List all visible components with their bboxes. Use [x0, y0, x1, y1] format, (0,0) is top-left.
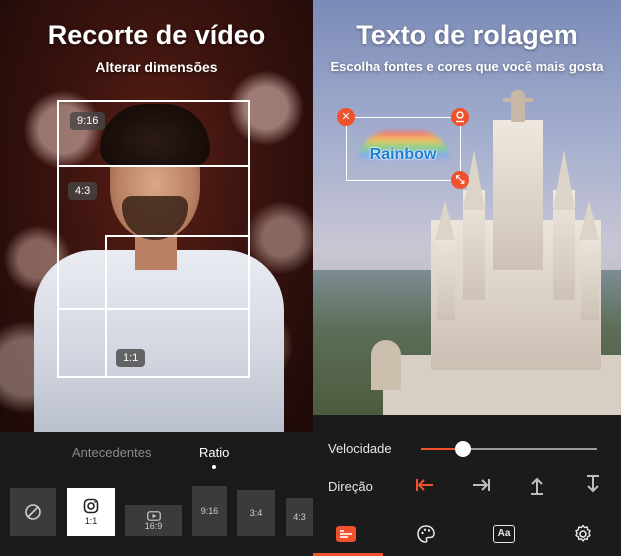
video-crop-subtitle: Alterar dimensões	[95, 59, 218, 75]
video-crop-panel: Recorte de vídeo Alterar dimensões 9:16 …	[0, 0, 313, 556]
palette-icon[interactable]	[413, 523, 439, 545]
crop-tag-9-16: 9:16	[70, 112, 106, 130]
church-spire	[553, 150, 575, 210]
video-crop-title: Recorte de vídeo	[47, 20, 266, 50]
tab-ratio[interactable]: Ratio	[199, 445, 229, 460]
ratio-option-label: 9:16	[200, 506, 219, 516]
no-ratio-icon	[25, 504, 41, 520]
direction-up-button[interactable]	[525, 475, 549, 499]
scrolling-text-controls: Velocidade Direção Aa	[313, 415, 621, 556]
ratio-option-label: 16:9	[144, 520, 163, 531]
church-spire	[435, 200, 455, 240]
church-main-tower	[493, 120, 543, 270]
bottom-nav: Aa	[313, 515, 621, 556]
ratio-option-16-9[interactable]: 16:9	[125, 505, 182, 536]
direction-down-button[interactable]	[581, 475, 605, 499]
tab-antecedentes[interactable]: Antecedentes	[72, 445, 152, 460]
text-list-icon[interactable]	[333, 523, 359, 545]
arrow-right-icon	[473, 479, 490, 491]
direction-left-button[interactable]	[413, 475, 437, 499]
ratio-option-label: 3:4	[249, 508, 263, 518]
scrolling-text-subtitle: Escolha fontes e cores que você mais gos…	[330, 59, 604, 74]
ratio-option-instagram[interactable]: 1:1	[67, 488, 115, 536]
text-sticker-label: Rainbow	[369, 146, 437, 163]
pin-icon[interactable]	[451, 108, 469, 126]
font-icon[interactable]: Aa	[491, 523, 517, 545]
speed-slider-knob[interactable]	[455, 441, 472, 457]
crop-tag-1-1: 1:1	[116, 349, 146, 367]
statue	[511, 90, 525, 122]
church-spire	[579, 200, 599, 240]
resize-icon[interactable]: ⤡	[451, 171, 469, 189]
arrow-left-icon	[416, 479, 433, 491]
active-tab-indicator	[212, 465, 216, 469]
church-tower	[581, 230, 599, 320]
instagram-icon	[83, 498, 99, 514]
ratio-option-none[interactable]	[10, 488, 56, 536]
arrow-up-icon	[531, 477, 543, 495]
speed-label: Velocidade	[328, 441, 392, 456]
speed-slider[interactable]	[421, 441, 597, 457]
youtube-icon	[146, 510, 161, 521]
direction-right-button[interactable]	[469, 475, 493, 499]
arrow-down-icon	[587, 475, 599, 493]
ratio-option-label: 4:3	[293, 512, 306, 522]
crop-tag-4-3: 4:3	[68, 182, 98, 200]
small-dome	[371, 340, 401, 390]
ratio-option-9-16[interactable]: 9:16	[192, 486, 227, 536]
direction-label: Direção	[328, 479, 373, 494]
church-tower	[437, 230, 455, 320]
ratio-option-4-3[interactable]: 4:3	[286, 498, 313, 536]
text-sticker-box[interactable]: Rainbow ✕ ⤡	[337, 108, 469, 189]
scrolling-text-title: Texto de rolagem	[356, 20, 578, 50]
scrolling-text-panel: Texto de rolagem Escolha fontes e cores …	[313, 0, 621, 556]
ratio-option-label: 1:1	[84, 516, 98, 526]
ratio-option-3-4[interactable]: 3:4	[237, 490, 275, 536]
settings-icon[interactable]	[570, 523, 596, 545]
font-icon-glyph: Aa	[493, 525, 515, 543]
close-icon[interactable]: ✕	[337, 108, 355, 126]
